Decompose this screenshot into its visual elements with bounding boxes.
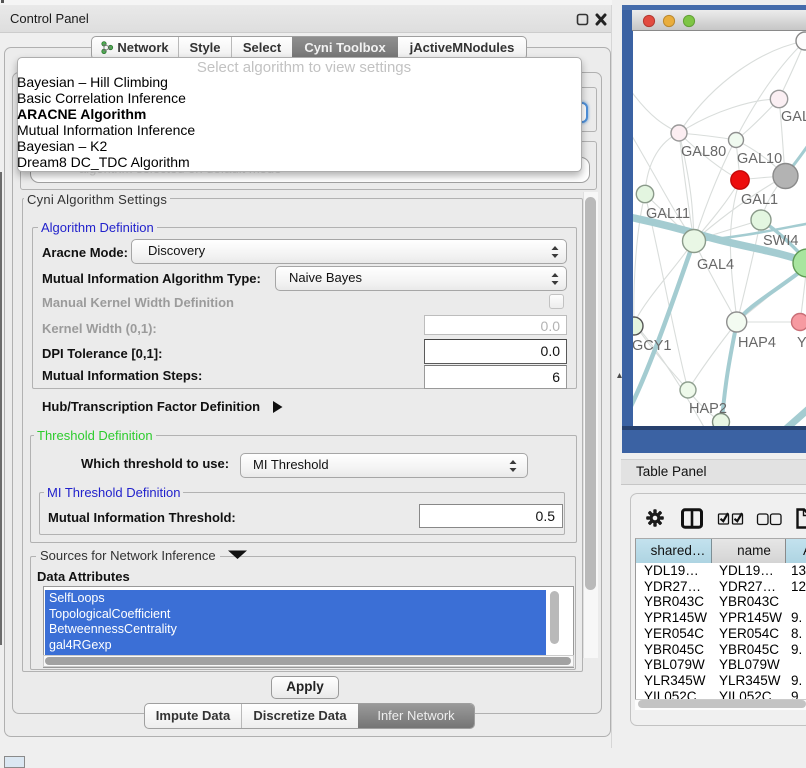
svg-text:GAL11: GAL11	[646, 206, 690, 222]
svg-text:GAL7: GAL7	[781, 109, 806, 125]
svg-text:GAL4: GAL4	[697, 257, 734, 273]
svg-text:GCY1: GCY1	[633, 338, 672, 354]
svg-text:HAP4: HAP4	[738, 335, 776, 351]
svg-text:GAL80: GAL80	[681, 144, 726, 160]
svg-text:SWI4: SWI4	[763, 233, 798, 249]
svg-text:GAL10: GAL10	[737, 151, 782, 167]
svg-text:GAL1: GAL1	[741, 192, 778, 208]
svg-text:YM: YM	[797, 335, 806, 351]
svg-text:HAP2: HAP2	[689, 401, 727, 417]
